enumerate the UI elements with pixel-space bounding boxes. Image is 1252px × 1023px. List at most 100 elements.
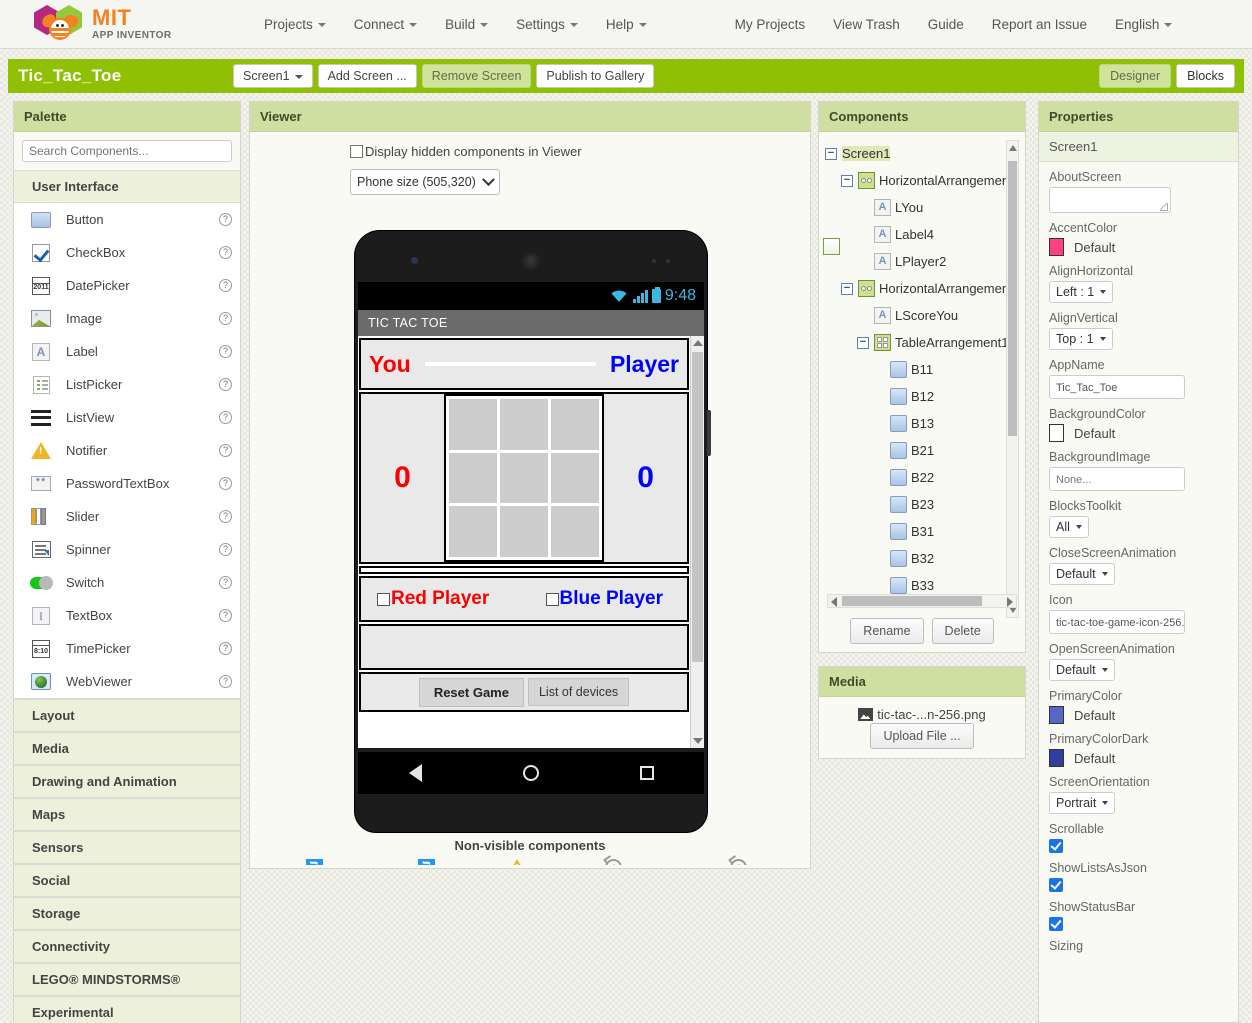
help-icon[interactable]: ?: [219, 279, 232, 292]
tree-node-b23[interactable]: B23: [825, 491, 1025, 518]
palette-item-button[interactable]: Button?: [14, 203, 240, 236]
menu-item-projects[interactable]: Projects: [250, 11, 340, 38]
horizontal-arrangement-actions[interactable]: Reset Game List of devices: [359, 672, 689, 712]
palette-category-maps[interactable]: Maps: [14, 798, 240, 831]
separator-arrangement[interactable]: [359, 566, 689, 574]
board-button-b22[interactable]: [499, 452, 549, 504]
tree-node-tablearrangement1[interactable]: − TableArrangement1: [825, 329, 1025, 356]
reset-game-button[interactable]: Reset Game: [418, 677, 524, 707]
scroll-down-arrow-icon[interactable]: [693, 738, 703, 744]
palette-item-slider[interactable]: Slider?: [14, 500, 240, 533]
tree-node-b21[interactable]: B21: [825, 437, 1025, 464]
board-button-b13[interactable]: [551, 399, 600, 450]
blue-player-checkbox-group[interactable]: Blue Player: [530, 588, 688, 610]
backgroundimage-input[interactable]: None...: [1049, 467, 1185, 491]
help-icon[interactable]: ?: [219, 510, 232, 523]
display-hidden-components-row[interactable]: Display hidden components in Viewer: [350, 144, 810, 159]
help-icon[interactable]: ?: [219, 312, 232, 325]
screen-selector-dropdown[interactable]: Screen1: [233, 64, 313, 88]
collapse-toggle-icon[interactable]: −: [841, 282, 853, 295]
palette-category-experimental[interactable]: Experimental: [14, 996, 240, 1023]
backgroundcolor-picker[interactable]: Default: [1049, 424, 1228, 442]
showstatusbar-checkbox[interactable]: [1049, 917, 1063, 931]
closescreenanimation-dropdown[interactable]: Default: [1049, 563, 1115, 585]
icon-input[interactable]: tic-tac-toe-game-icon-256.p: [1049, 610, 1185, 634]
table-arrangement-board[interactable]: [443, 394, 605, 562]
primarycolor-picker[interactable]: Default: [1049, 706, 1228, 724]
palette-category-storage[interactable]: Storage: [14, 897, 240, 930]
label-lyou[interactable]: You: [369, 351, 411, 378]
board-button-b33[interactable]: [551, 506, 600, 557]
help-icon[interactable]: ?: [219, 609, 232, 622]
non-visible-bluetoothserver1[interactable]: ℶ BluetoothServer1: [380, 856, 473, 865]
palette-category-connectivity[interactable]: Connectivity: [14, 930, 240, 963]
help-icon[interactable]: ?: [219, 213, 232, 226]
scrollbar-thumb[interactable]: [692, 352, 703, 662]
back-icon[interactable]: [408, 764, 422, 782]
rename-button[interactable]: Rename: [850, 618, 924, 644]
mit-app-inventor-logo[interactable]: MIT APP INVENTOR: [32, 3, 192, 45]
palette-item-image[interactable]: Image?: [14, 302, 240, 335]
tree-node-lscoreyou[interactable]: A LScoreYou: [825, 302, 1025, 329]
help-icon[interactable]: ?: [219, 345, 232, 358]
remove-screen-button[interactable]: Remove Screen: [421, 64, 532, 88]
menu-item-my-projects[interactable]: My Projects: [721, 11, 820, 38]
non-visible-timetolistenserver[interactable]: TimetoListenServer: [561, 856, 665, 865]
search-components-input[interactable]: [22, 140, 232, 162]
label-label4-spacer[interactable]: [424, 362, 596, 366]
help-icon[interactable]: ?: [219, 576, 232, 589]
blocks-tab[interactable]: Blocks: [1176, 64, 1235, 88]
board-button-b23[interactable]: [551, 452, 600, 504]
help-icon[interactable]: ?: [219, 675, 232, 688]
menu-item-guide[interactable]: Guide: [914, 11, 978, 38]
horizontal-arrangement-board[interactable]: 0 0: [359, 392, 689, 564]
non-visible-timertolistenclient[interactable]: TimertoListenClient: [687, 856, 790, 865]
palette-item-webviewer[interactable]: WebViewer?: [14, 665, 240, 698]
help-icon[interactable]: ?: [219, 477, 232, 490]
palette-item-label[interactable]: A Label?: [14, 335, 240, 368]
tree-node-b11[interactable]: B11: [825, 356, 1025, 383]
status-message-arrangement[interactable]: [359, 624, 689, 670]
media-file-item[interactable]: tic-tac-...n-256.png: [829, 707, 1015, 722]
tree-node-horizontalarrangement2[interactable]: − HorizontalArrangemen: [825, 275, 1025, 302]
delete-button[interactable]: Delete: [931, 618, 994, 644]
palette-category-drawing-and-animation[interactable]: Drawing and Animation: [14, 765, 240, 798]
components-horizontal-scrollbar[interactable]: [827, 594, 1017, 608]
color-swatch[interactable]: [1049, 749, 1064, 767]
palette-category-media[interactable]: Media: [14, 732, 240, 765]
palette-item-spinner[interactable]: Spinner?: [14, 533, 240, 566]
board-button-b12[interactable]: [499, 399, 549, 450]
blue-player-checkbox[interactable]: [545, 592, 559, 606]
label-lplayer2[interactable]: Player: [610, 351, 679, 378]
recent-apps-icon[interactable]: [639, 766, 654, 780]
screen-vertical-scrollbar[interactable]: [690, 336, 704, 748]
palette-item-listview[interactable]: ListView?: [14, 401, 240, 434]
phone-size-select[interactable]: Phone size (505,320): [350, 169, 500, 195]
tree-node-b22[interactable]: B22: [825, 464, 1025, 491]
horizontal-arrangement-names[interactable]: You Player: [359, 338, 689, 390]
appname-input[interactable]: Tic_Tac_Toe: [1049, 375, 1185, 399]
scroll-left-arrow-icon[interactable]: [831, 597, 837, 607]
palette-category-social[interactable]: Social: [14, 864, 240, 897]
components-vertical-scrollbar[interactable]: [1006, 140, 1019, 618]
palette-category-user-interface[interactable]: User Interface: [14, 170, 240, 203]
help-icon[interactable]: ?: [219, 444, 232, 457]
openscreenanimation-dropdown[interactable]: Default: [1049, 659, 1115, 681]
display-hidden-components-checkbox[interactable]: [350, 145, 363, 158]
non-visible-notifier1[interactable]: Notifier1: [495, 856, 540, 865]
board-button-b32[interactable]: [499, 506, 549, 557]
help-icon[interactable]: ?: [219, 543, 232, 556]
scroll-up-arrow-icon[interactable]: [1009, 145, 1017, 151]
upload-file-button[interactable]: Upload File ...: [870, 723, 974, 749]
menu-item-language[interactable]: English: [1101, 11, 1186, 38]
tree-node-label4[interactable]: A Label4: [825, 221, 1025, 248]
scroll-right-arrow-icon[interactable]: [1007, 597, 1013, 607]
tree-node-screen1[interactable]: − Screen1: [823, 140, 1025, 255]
color-swatch[interactable]: [1049, 238, 1064, 256]
screenorientation-dropdown[interactable]: Portrait: [1049, 792, 1116, 814]
collapse-toggle-icon[interactable]: −: [841, 174, 853, 187]
scroll-up-arrow-icon[interactable]: [693, 340, 703, 346]
palette-item-textbox[interactable]: I TextBox?: [14, 599, 240, 632]
palette-category-lego-mindstorms[interactable]: LEGO® MINDSTORMS®: [14, 963, 240, 996]
tree-node-b31[interactable]: B31: [825, 518, 1025, 545]
